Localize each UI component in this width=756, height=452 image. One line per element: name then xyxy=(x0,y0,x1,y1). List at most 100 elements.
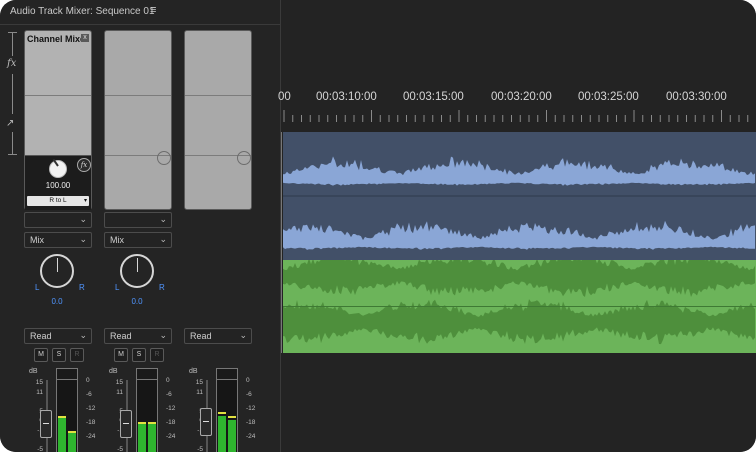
meter-tick: -18 xyxy=(166,419,176,426)
volume-fader[interactable] xyxy=(200,408,212,436)
keyframe-icon[interactable]: ↗ xyxy=(6,118,14,129)
meter-clip-indicator xyxy=(137,369,157,380)
strip-line xyxy=(12,132,13,154)
chevron-down-icon: ⌄ xyxy=(79,214,87,224)
automation-mode-dropdown[interactable]: Read ⌄ xyxy=(24,328,92,344)
ruler-timecode: 00:03:25:00 xyxy=(578,91,639,103)
panel-title: Audio Track Mixer: Sequence 01 xyxy=(10,6,155,17)
meter-clip-indicator xyxy=(57,369,77,380)
fader-tick: 11 xyxy=(36,388,43,396)
meter-peak-indicator xyxy=(148,421,156,424)
volume-fader[interactable] xyxy=(40,410,52,438)
app-frame: Audio Track Mixer: Sequence 01 ≡ fx ↗ Ch… xyxy=(0,0,756,452)
chevron-down-icon: ⌄ xyxy=(159,330,167,340)
send-mix-label: Mix xyxy=(30,235,44,245)
fx-icon[interactable]: fx xyxy=(7,58,16,69)
automation-mode-dropdown[interactable]: Read ⌄ xyxy=(104,328,172,344)
solo-button[interactable]: S xyxy=(132,348,146,362)
meter-tick: -12 xyxy=(86,405,96,412)
insert-slot-indicator xyxy=(237,151,251,165)
audio-clip-a1[interactable] xyxy=(283,132,756,260)
fader-tick: 15 xyxy=(115,379,123,386)
level-meter xyxy=(56,368,78,452)
pan-knob[interactable] xyxy=(40,254,74,288)
ruler-ticks xyxy=(283,110,749,122)
mixer-track-1: Channel Mixe x fx 100.00 R to L ▾ ⌄ Mix ⌄… xyxy=(24,30,96,452)
effects-insert-panel[interactable] xyxy=(184,30,252,210)
pan-value[interactable]: 0.0 xyxy=(24,297,90,306)
insert-divider xyxy=(25,95,91,96)
mixer-track-2: ⌄ Mix⌄ L R 0.0 Read⌄ M S R dB 15 11 5 0 … xyxy=(104,30,176,452)
send-dropdown[interactable]: ⌄ xyxy=(104,212,172,228)
fader-tick: 15 xyxy=(35,379,43,386)
send-mix-dropdown[interactable]: Mix ⌄ xyxy=(104,232,172,248)
pan-left-label: L xyxy=(35,283,40,292)
meter-tick: -24 xyxy=(166,433,176,440)
effects-insert-panel[interactable]: Channel Mixe x fx 100.00 R to L ▾ xyxy=(24,30,92,210)
chevron-down-icon: ⌄ xyxy=(159,214,167,224)
meter-tick: -18 xyxy=(86,419,96,426)
pan-value[interactable]: 0.0 xyxy=(104,297,170,306)
fader-tick-gap xyxy=(189,436,203,446)
chevron-down-icon: ⌄ xyxy=(79,330,87,340)
meter-tick: -12 xyxy=(166,405,176,412)
meter-level-bar xyxy=(138,424,146,452)
db-label: dB xyxy=(109,368,118,375)
send-mix-dropdown[interactable]: Mix ⌄ xyxy=(24,232,92,248)
timeline-panel[interactable]: 00 00:03:10:00 00:03:15:00 00:03:20:00 0… xyxy=(278,0,756,452)
level-meter xyxy=(216,368,238,452)
meter-level-bar xyxy=(148,424,156,452)
fader-tick-gap xyxy=(29,397,43,407)
mute-button[interactable]: M xyxy=(34,348,48,362)
mixer-track-master: Read⌄ dB 15 11 5 0 -1 -5 0 -6 -12 -18 -2… xyxy=(184,30,255,452)
chevron-down-icon: ⌄ xyxy=(79,234,87,244)
meter-tick: -6 xyxy=(246,391,252,398)
fader-tick: 15 xyxy=(195,379,203,386)
chevron-down-icon: ⌄ xyxy=(239,330,247,340)
effect-parameter-dropdown[interactable]: R to L ▾ xyxy=(27,196,89,206)
effect-parameter-label: R to L xyxy=(49,197,67,204)
chevron-down-icon: ▾ xyxy=(83,198,87,204)
waveform-a2 xyxy=(283,260,756,353)
solo-button[interactable]: S xyxy=(52,348,66,362)
pan-knob[interactable] xyxy=(120,254,154,288)
meter-clip-indicator xyxy=(217,369,237,380)
record-button[interactable]: R xyxy=(70,348,84,362)
panel-divider xyxy=(0,24,280,25)
record-button[interactable]: R xyxy=(150,348,164,362)
insert-slot-indicator xyxy=(157,151,171,165)
mute-button[interactable]: M xyxy=(114,348,128,362)
fx-bypass-icon[interactable]: fx xyxy=(77,158,91,172)
insert-divider xyxy=(105,95,171,96)
level-meter xyxy=(136,368,158,452)
time-ruler[interactable] xyxy=(281,110,756,122)
automation-mode-dropdown[interactable]: Read ⌄ xyxy=(184,328,252,344)
effect-knob[interactable] xyxy=(49,160,67,178)
fader-tick-gap xyxy=(109,397,123,407)
meter-tick: -24 xyxy=(86,433,96,440)
meter-scale: 0 -6 -12 -18 -24 xyxy=(246,374,255,444)
audio-track-mixer-panel: Audio Track Mixer: Sequence 01 ≡ fx ↗ Ch… xyxy=(0,0,281,452)
strip-bottom-cap xyxy=(8,154,17,155)
waveform-a1 xyxy=(283,132,756,260)
meter-tick: -12 xyxy=(246,405,256,412)
remove-effect-button[interactable]: x xyxy=(81,34,89,42)
effect-value[interactable]: 100.00 xyxy=(25,181,91,190)
send-dropdown[interactable]: ⌄ xyxy=(24,212,92,228)
automation-mode-label: Read xyxy=(110,331,132,341)
fader-tick: 11 xyxy=(196,388,203,396)
meter-level-bar xyxy=(68,433,76,452)
strip-line xyxy=(12,74,13,114)
meter-level-bar xyxy=(218,415,226,452)
volume-fader[interactable] xyxy=(120,410,132,438)
audio-clip-a2[interactable] xyxy=(283,260,756,353)
pan-left-label: L xyxy=(115,283,120,292)
panel-menu-icon[interactable]: ≡ xyxy=(150,4,156,16)
effects-tool-strip: fx ↗ xyxy=(4,30,20,190)
ruler-timecode: 00:03:30:00 xyxy=(666,91,727,103)
meter-tick: 0 xyxy=(86,377,90,384)
ruler-timecode: 00:03:15:00 xyxy=(403,91,464,103)
effects-insert-panel[interactable] xyxy=(104,30,172,210)
strip-line xyxy=(12,32,13,56)
meter-peak-indicator xyxy=(218,412,226,415)
